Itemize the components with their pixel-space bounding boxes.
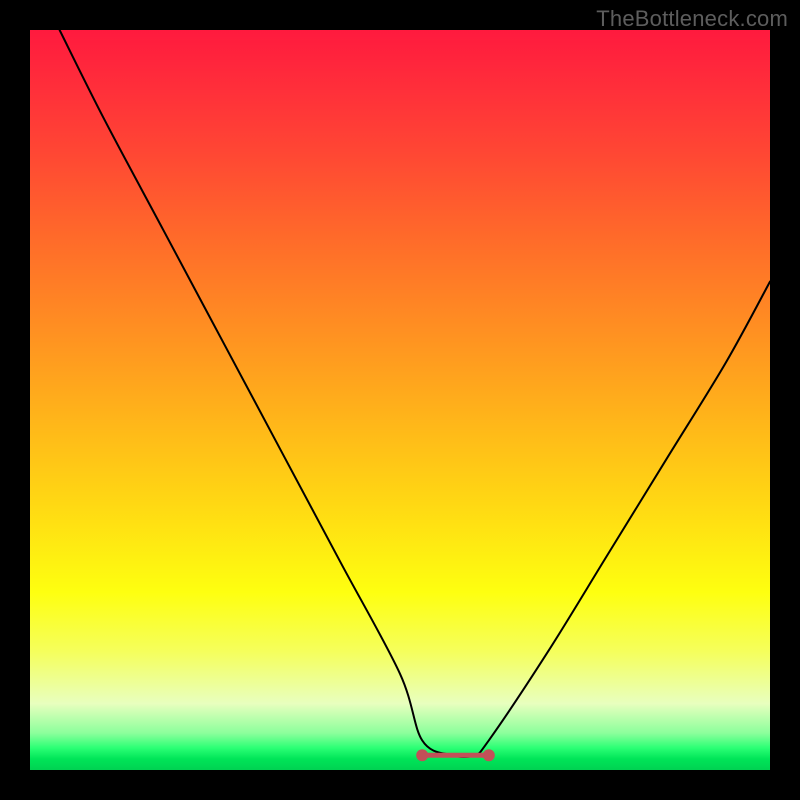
watermark-label: TheBottleneck.com [596,6,788,32]
bottleneck-curve [60,30,770,757]
flat-endpoint-right [483,749,495,761]
curve-svg [30,30,770,770]
plot-area [30,30,770,770]
chart-frame: TheBottleneck.com [0,0,800,800]
flat-endpoint-left [416,749,428,761]
